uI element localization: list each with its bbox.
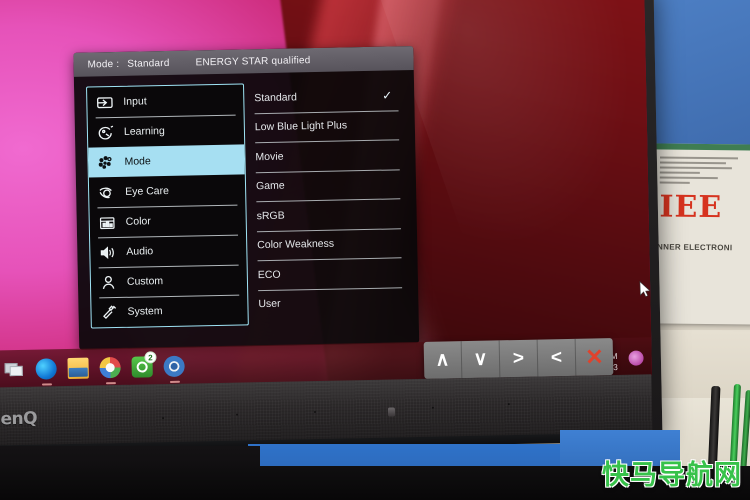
learning-icon bbox=[96, 123, 115, 142]
osd-key-up[interactable]: ∧ bbox=[423, 341, 463, 379]
custom-icon bbox=[99, 272, 118, 291]
sidebar-item-label: System bbox=[127, 305, 163, 318]
osd-energy-star-label: ENERGY STAR qualified bbox=[195, 54, 311, 68]
option-low-blue-light-plus[interactable]: Low Blue Light Plus bbox=[253, 110, 404, 143]
sidebar-item-label: Audio bbox=[126, 245, 154, 258]
file-explorer-icon[interactable] bbox=[67, 357, 89, 379]
sidebar-item-learning[interactable]: Learning bbox=[88, 114, 245, 147]
check-icon: ✓ bbox=[382, 88, 393, 103]
mode-icon bbox=[96, 153, 115, 172]
sidebar-item-eye-care[interactable]: Eye Care bbox=[89, 174, 246, 207]
color-icon bbox=[98, 213, 117, 232]
option-user[interactable]: User bbox=[256, 287, 407, 320]
sidebar-item-label: Custom bbox=[126, 275, 164, 288]
sidebar-item-label: Eye Care bbox=[125, 184, 170, 198]
osd-key-down[interactable]: ∨ bbox=[461, 340, 501, 379]
option-color-weakness[interactable]: Color Weakness bbox=[255, 228, 406, 261]
sidebar-item-mode[interactable]: Mode bbox=[88, 144, 245, 178]
watermark-text: 快马导航网 bbox=[602, 460, 742, 491]
chat-icon[interactable] bbox=[628, 350, 644, 366]
task-view-icon[interactable] bbox=[3, 358, 24, 379]
poster-green-bar bbox=[652, 143, 750, 151]
osd-mode-value: Standard bbox=[127, 57, 170, 70]
photo-scene: IEE NNER ELECTRONI Mode : Standard ENERG… bbox=[0, 0, 750, 500]
sidebar-item-label: Color bbox=[125, 215, 151, 228]
input-icon bbox=[95, 93, 114, 112]
sidebar-item-label: Input bbox=[123, 95, 147, 108]
sidebar-item-label: Mode bbox=[124, 155, 151, 168]
mouse-cursor bbox=[639, 280, 652, 298]
option-label: ECO bbox=[257, 268, 281, 281]
color-wheel-app-icon[interactable] bbox=[99, 356, 121, 384]
osd-key-exit[interactable]: ✕ bbox=[576, 338, 614, 376]
option-label: Low Blue Light Plus bbox=[254, 119, 348, 134]
sidebar-item-custom[interactable]: Custom bbox=[91, 264, 248, 297]
option-label: Color Weakness bbox=[257, 237, 335, 252]
sidebar-item-audio[interactable]: Audio bbox=[90, 234, 247, 267]
poster-title: IEE bbox=[659, 189, 723, 226]
eye-care-icon bbox=[97, 183, 116, 202]
option-label: User bbox=[258, 297, 281, 311]
osd-mode-label: Mode : bbox=[87, 58, 120, 71]
monitor-screen: Mode : Standard ENERGY STAR qualified In… bbox=[0, 0, 652, 389]
system-icon bbox=[99, 302, 118, 321]
taskbar-icon-group: 2 bbox=[0, 350, 185, 386]
settings-gear-icon[interactable] bbox=[163, 355, 185, 383]
sidebar-item-system[interactable]: System bbox=[91, 294, 248, 327]
ieee-poster: IEE NNER ELECTRONI bbox=[650, 0, 750, 325]
xbox-icon[interactable]: 2 bbox=[131, 350, 157, 378]
sidebar-item-label: Learning bbox=[123, 125, 165, 138]
poster-text-lines bbox=[659, 156, 746, 188]
sidebar-item-color[interactable]: Color bbox=[89, 204, 246, 237]
option-eco[interactable]: ECO bbox=[256, 257, 407, 290]
power-indicator bbox=[387, 407, 396, 417]
osd-key-right[interactable]: > bbox=[499, 339, 539, 378]
option-label: Standard bbox=[254, 91, 298, 104]
osd-sidebar: Input Learning Mode Eye Care Color Audio… bbox=[86, 83, 249, 329]
osd-menu: Mode : Standard ENERGY STAR qualified In… bbox=[73, 46, 420, 350]
option-srgb[interactable]: sRGB bbox=[254, 198, 405, 231]
osd-options-list: Standard ✓ Low Blue Light Plus Movie Gam… bbox=[252, 80, 407, 319]
osd-mode-status: Mode : Standard bbox=[87, 57, 169, 70]
option-standard[interactable]: Standard ✓ bbox=[252, 80, 403, 113]
poster-subtitle: NNER ELECTRONI bbox=[657, 242, 733, 253]
brand-logo: BenQ bbox=[0, 408, 38, 430]
xbox-notification-badge: 2 bbox=[144, 350, 157, 363]
option-label: sRGB bbox=[256, 209, 285, 222]
option-label: Movie bbox=[255, 150, 284, 163]
option-game[interactable]: Game bbox=[254, 169, 405, 202]
edge-icon[interactable] bbox=[35, 357, 57, 386]
option-movie[interactable]: Movie bbox=[253, 139, 404, 172]
poster-blue-area bbox=[652, 0, 750, 145]
sidebar-item-input[interactable]: Input bbox=[87, 84, 244, 117]
osd-key-left[interactable]: < bbox=[537, 338, 577, 377]
audio-icon bbox=[98, 243, 117, 262]
osd-key-bar: ∧ ∨ > < ✕ bbox=[423, 338, 614, 379]
osd-body: Input Learning Mode Eye Care Color Audio… bbox=[74, 70, 419, 350]
option-label: Game bbox=[255, 179, 285, 193]
